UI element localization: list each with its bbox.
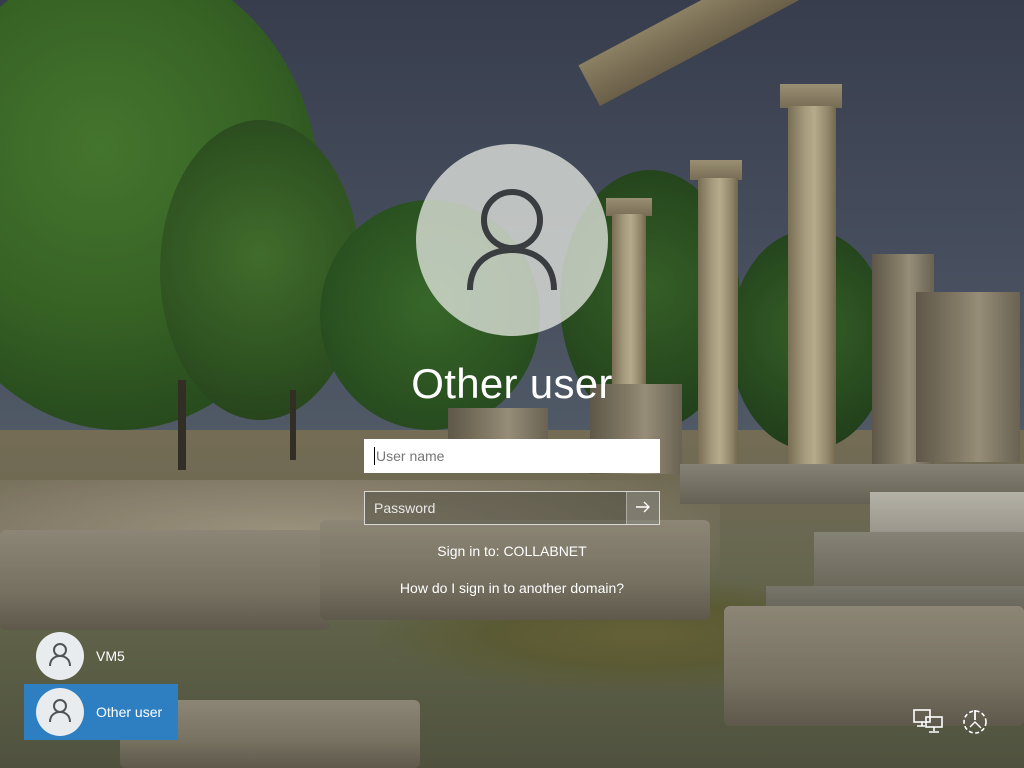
lock-screen: Other user Sign in to: COLLABNET How do … [0,0,1024,768]
sign-in-domain-label: Sign in to: COLLABNET [437,543,587,559]
user-tile-label: Other user [96,704,163,720]
user-silhouette-icon [452,178,572,303]
text-cursor [374,447,375,465]
password-field[interactable] [365,492,627,524]
user-tile-other-user[interactable]: Other user [24,684,178,740]
user-tile-avatar [36,688,84,736]
network-button[interactable] [911,706,945,740]
password-container [364,491,660,525]
arrow-right-icon [635,501,651,516]
user-silhouette-icon [47,697,73,728]
power-button[interactable] [958,706,992,740]
user-silhouette-icon [47,641,73,672]
user-tile-vm5[interactable]: VM5 [24,628,178,684]
user-avatar [416,144,608,336]
network-icon [912,708,944,739]
user-display-name: Other user [411,360,613,407]
other-domain-link[interactable]: How do I sign in to another domain? [312,580,712,596]
user-tile-label: VM5 [96,648,125,664]
user-tile-avatar [36,632,84,680]
submit-button[interactable] [626,492,659,524]
username-field[interactable] [364,439,660,473]
power-icon [959,705,991,742]
